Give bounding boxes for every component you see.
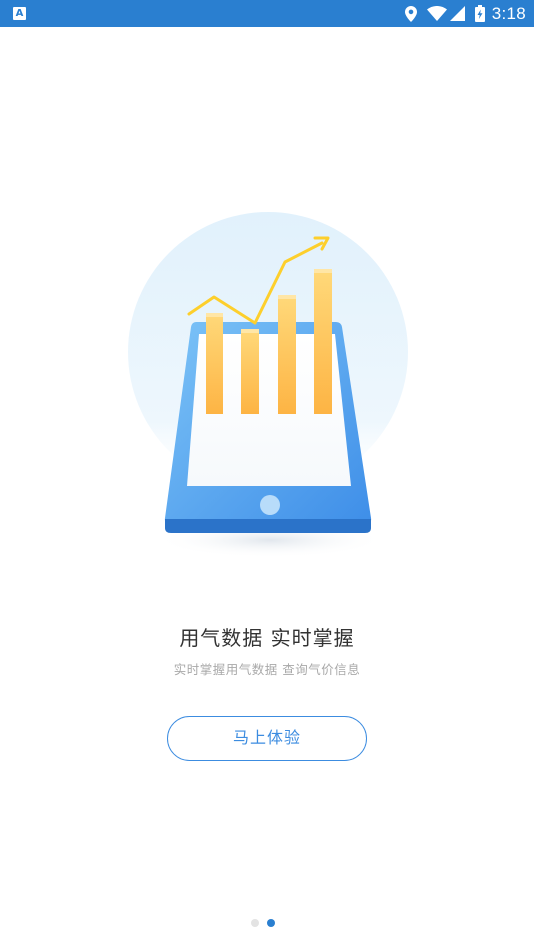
- location-icon: [404, 5, 417, 22]
- status-bar: A 3:18: [0, 0, 534, 27]
- wifi-icon: [426, 6, 447, 21]
- status-bar-indicators: 3:18: [404, 0, 526, 27]
- onboarding-subline: 实时掌握用气数据 查询气价信息: [173, 662, 361, 677]
- tablet-home-button: [260, 495, 280, 515]
- signal-icon: [449, 6, 465, 21]
- pager-dot-active[interactable]: [267, 919, 275, 927]
- battery-charging-icon: [474, 5, 485, 22]
- chart-bar-cap: [278, 295, 296, 299]
- tablet-edge: [165, 519, 371, 533]
- pager-dot[interactable]: [251, 919, 259, 927]
- chart-bar: [278, 295, 296, 414]
- chart-bar: [241, 329, 259, 414]
- chart-bar: [206, 313, 223, 414]
- status-time: 3:18: [491, 3, 526, 23]
- start-experience-button[interactable]: 马上体验: [167, 716, 367, 761]
- tablet-bar-chart-illustration: [128, 212, 408, 558]
- chart-bar: [314, 269, 332, 414]
- onboarding-headline: 用气数据 实时掌握: [179, 626, 355, 650]
- pager-indicator: [0, 919, 534, 929]
- chart-bar-cap: [241, 329, 259, 333]
- chart-bar-cap: [314, 269, 332, 273]
- onboarding-screen: A 3:18 用气数据 实时掌握 实时掌握用气数据 查询气价信息 马上体验: [0, 0, 534, 950]
- app-notification-icon: A: [13, 7, 26, 20]
- chart-bar-cap: [206, 313, 223, 317]
